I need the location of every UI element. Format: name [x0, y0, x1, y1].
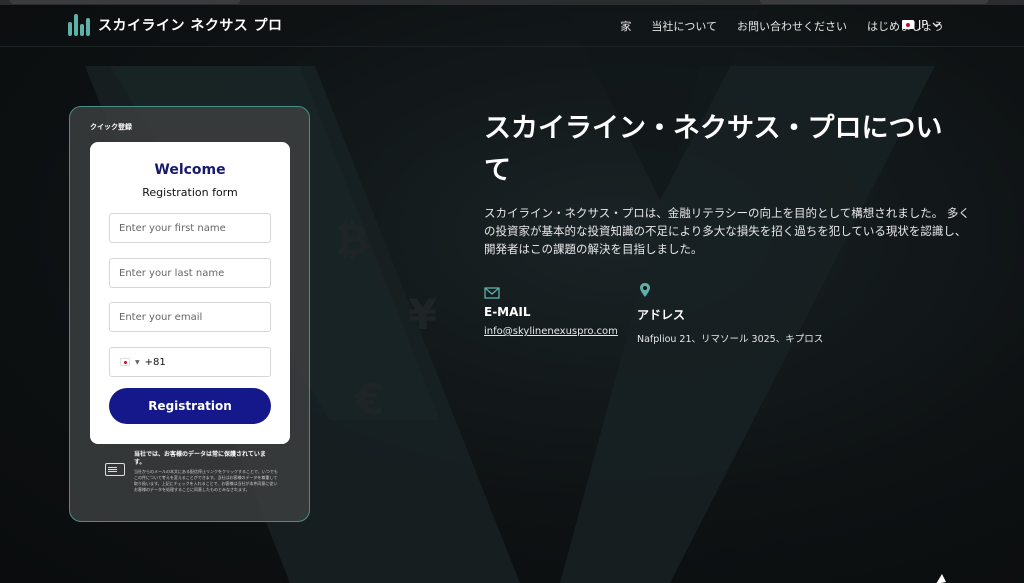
bitcoin-watermark-icon: ₿ — [335, 215, 370, 264]
form-subtitle: Registration form — [142, 186, 238, 199]
country-dropdown-icon[interactable]: ▼ — [135, 359, 140, 366]
first-name-field[interactable] — [109, 213, 271, 243]
privacy-text: 当社からのメールの本文にある配信停止リンクをクリックすることで、いつでもこの件に… — [134, 469, 278, 492]
phone-country-code: +81 — [144, 356, 166, 368]
brand-name: スカイライン ネクサス プロ — [98, 18, 283, 34]
chevron-down-icon — [932, 22, 941, 27]
registration-button[interactable]: Registration — [109, 388, 271, 424]
privacy-title: 当社では、お客様のデータは常に保護されています。 — [134, 451, 266, 466]
last-name-field[interactable] — [109, 258, 271, 288]
mouse-cursor-icon — [936, 574, 946, 583]
nav-home[interactable]: 家 — [620, 18, 631, 34]
address-label: アドレス — [637, 308, 686, 322]
page: ₿ ¥ € スカイライン ネクサス プロ 家 当社について お問い合わせください… — [0, 0, 1024, 583]
location-pin-icon — [640, 283, 650, 297]
email-label: E-MAIL — [484, 305, 531, 319]
main-nav: 家 当社について お問い合わせください はじめましょう — [620, 18, 944, 34]
euro-watermark-icon: € — [355, 375, 385, 424]
address-text: Nafpliou 21、リマソール 3025、キプロス — [637, 334, 824, 345]
phone-field[interactable]: ▼ +81 — [109, 347, 271, 377]
nav-about[interactable]: 当社について — [651, 18, 717, 34]
privacy-card-icon — [105, 463, 125, 476]
japan-flag-icon[interactable] — [120, 358, 130, 366]
last-name-input[interactable] — [119, 268, 261, 279]
first-name-input[interactable] — [119, 223, 261, 234]
quick-register-card: クイック登録 Welcome Registration form ▼ +81 R… — [69, 106, 310, 522]
email-link[interactable]: info@skylinenexuspro.com — [484, 326, 618, 337]
language-code: JP — [918, 18, 928, 31]
yen-watermark-icon: ¥ — [408, 290, 438, 339]
nav-contact[interactable]: お問い合わせください — [737, 18, 847, 34]
logo-bars-icon — [68, 14, 90, 36]
email-field[interactable] — [109, 302, 271, 332]
logo[interactable]: スカイライン ネクサス プロ — [68, 14, 282, 36]
email-input[interactable] — [119, 312, 261, 323]
welcome-heading: Welcome — [154, 162, 226, 178]
about-title: スカイライン・ネクサス・プロについて — [484, 113, 943, 186]
mail-icon — [484, 287, 500, 299]
site-header: スカイライン ネクサス プロ 家 当社について お問い合わせください はじめまし… — [0, 5, 1024, 47]
registration-form: Welcome Registration form ▼ +81 Registra… — [90, 142, 290, 444]
about-text: スカイライン・ネクサス・プロは、金融リテラシーの向上を目的として構想されました。… — [484, 206, 970, 256]
language-selector[interactable]: JP — [902, 18, 941, 31]
quick-register-label: クイック登録 — [90, 123, 132, 131]
japan-flag-icon — [902, 20, 914, 29]
